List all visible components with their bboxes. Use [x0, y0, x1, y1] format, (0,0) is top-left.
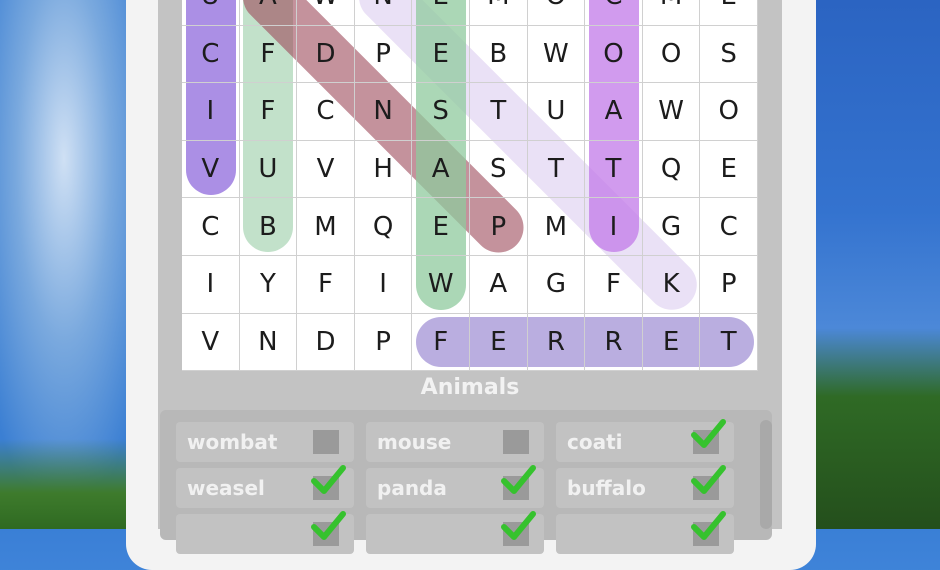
category-title: Animals [420, 375, 520, 400]
grid-cell[interactable]: F [412, 313, 470, 372]
checkmark-icon [311, 465, 346, 494]
word-label: wombat [187, 430, 278, 454]
word-item [540, 511, 734, 558]
word-item [350, 511, 544, 558]
word-status-box [313, 430, 339, 454]
grid-cell[interactable]: C [700, 198, 758, 256]
grid-cell[interactable]: W [527, 25, 586, 84]
grid-cell[interactable]: W [297, 0, 355, 26]
grid-cell[interactable]: C [297, 83, 355, 141]
grid-cell[interactable]: A [470, 256, 528, 314]
word-item: buffalo [540, 465, 734, 512]
grid-cell[interactable]: Q [354, 198, 413, 256]
checkmark-icon [691, 419, 726, 448]
word-item: wombat [160, 422, 354, 466]
grid-cell[interactable]: F [239, 83, 298, 141]
grid-cell[interactable]: O [700, 83, 758, 141]
word-item [160, 511, 354, 558]
grid-cell[interactable]: D [297, 25, 355, 84]
grid-cell[interactable]: A [239, 0, 298, 26]
grid-cell[interactable]: C [585, 0, 643, 26]
checkmark-icon [691, 511, 726, 540]
grid-cell[interactable]: E [412, 0, 470, 26]
grid-cell[interactable]: O [527, 0, 586, 26]
grid-cell[interactable]: I [182, 83, 240, 141]
grid-cell[interactable]: M [527, 198, 586, 256]
word-status-box [503, 430, 529, 454]
grid-cell[interactable]: A [585, 83, 643, 141]
grid-cell[interactable]: C [182, 25, 240, 84]
word-item: mouse [350, 422, 544, 466]
checkmark-icon [501, 511, 536, 540]
word-item: weasel [160, 465, 354, 512]
word-label: weasel [187, 476, 265, 500]
grid-cell[interactable]: P [354, 313, 413, 372]
grid-cell[interactable]: U [527, 83, 586, 141]
word-label: coati [567, 430, 623, 454]
grid-cell[interactable]: S [412, 83, 470, 141]
grid-cell[interactable]: E [412, 25, 470, 84]
grid-cell[interactable]: N [354, 0, 413, 26]
grid-cell[interactable]: B [470, 25, 528, 84]
grid-cell[interactable]: N [239, 313, 298, 372]
word-label: mouse [377, 430, 452, 454]
grid-cell[interactable]: E [700, 0, 758, 26]
grid-cell[interactable]: M [297, 198, 355, 256]
grid-cell[interactable]: K [642, 256, 701, 314]
grid-cell[interactable]: G [642, 198, 701, 256]
grid-cell[interactable]: D [297, 313, 355, 372]
grid-cell[interactable]: E [470, 313, 528, 372]
checkmark-icon [691, 465, 726, 494]
checkmark-icon [311, 511, 346, 540]
grid-cell[interactable]: T [527, 140, 586, 199]
word-label: buffalo [567, 476, 646, 500]
grid-cell[interactable]: P [700, 256, 758, 314]
grid-cell[interactable]: T [585, 140, 643, 199]
grid-cell[interactable]: V [182, 313, 240, 372]
grid-cell[interactable]: V [182, 140, 240, 199]
grid-cell[interactable]: O [642, 25, 701, 84]
word-list: wombat mouse coati weasel panda buffalo [160, 410, 772, 554]
grid-cell[interactable]: P [354, 25, 413, 84]
grid-cell[interactable]: U [239, 140, 298, 199]
grid-cell[interactable]: U [182, 0, 240, 26]
grid-cell[interactable]: P [470, 198, 528, 256]
grid-cell[interactable]: W [642, 83, 701, 141]
grid-cell[interactable]: S [700, 25, 758, 84]
grid-cell[interactable]: V [297, 140, 355, 199]
grid-cell[interactable]: A [412, 140, 470, 199]
grid-cell[interactable]: F [297, 256, 355, 314]
word-item: panda [350, 465, 544, 512]
grid-cell[interactable]: Y [239, 256, 298, 314]
grid-cell[interactable]: Q [642, 140, 701, 199]
grid-cell[interactable]: H [354, 140, 413, 199]
word-list-scrollbar[interactable] [760, 420, 772, 529]
grid-cell[interactable]: F [239, 25, 298, 84]
grid-cell[interactable]: O [585, 25, 643, 84]
grid-cell[interactable]: M [642, 0, 701, 26]
grid-cell[interactable]: T [470, 83, 528, 141]
grid-cell[interactable]: R [585, 313, 643, 372]
grid-cell[interactable]: I [182, 256, 240, 314]
checkmark-icon [501, 465, 536, 494]
grid-cell[interactable]: W [412, 256, 470, 314]
letter-grid[interactable]: UAWNEMOCMECFDPEBWOOSIFCNSTUAWOVUVHASTTQE… [182, 0, 758, 372]
word-item: coati [540, 419, 734, 466]
grid-cell[interactable]: S [470, 140, 528, 199]
grid-cell[interactable]: E [700, 140, 758, 199]
grid-cell[interactable]: B [239, 198, 298, 256]
grid-cell[interactable]: T [700, 313, 758, 372]
grid-cell[interactable]: I [585, 198, 643, 256]
grid-cell[interactable]: E [412, 198, 470, 256]
grid-cell[interactable]: N [354, 83, 413, 141]
grid-cell[interactable]: C [182, 198, 240, 256]
grid-cell[interactable]: F [585, 256, 643, 314]
grid-cell[interactable]: M [470, 0, 528, 26]
grid-cell[interactable]: I [354, 256, 413, 314]
grid-cell[interactable]: G [527, 256, 586, 314]
grid-cell[interactable]: E [642, 313, 701, 372]
word-label: panda [377, 476, 447, 500]
grid-cell[interactable]: R [527, 313, 586, 372]
